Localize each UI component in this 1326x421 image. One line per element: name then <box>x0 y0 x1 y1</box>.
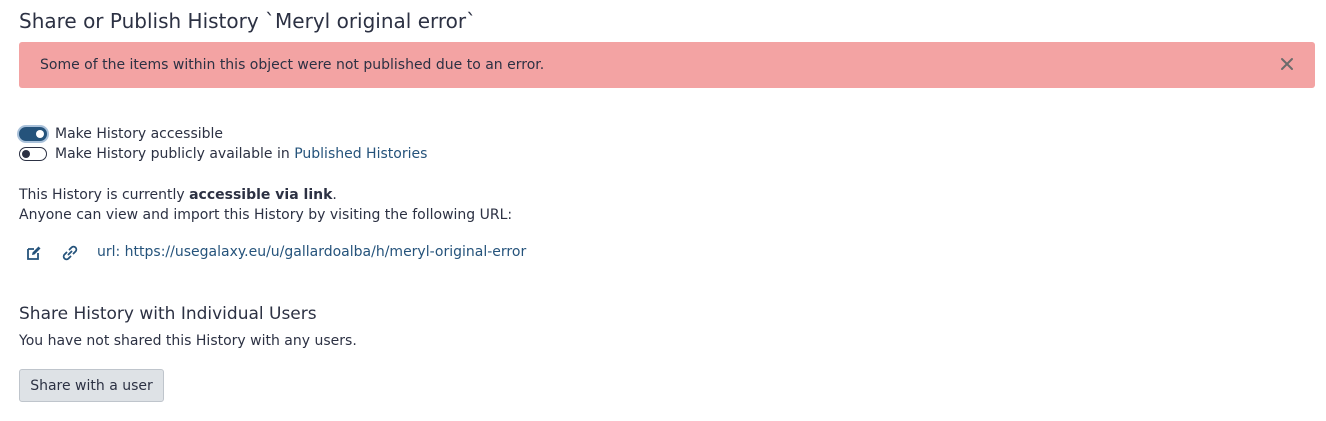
alert-message: Some of the items within this object wer… <box>40 57 545 73</box>
error-alert: Some of the items within this object wer… <box>19 42 1315 88</box>
make-public-toggle[interactable] <box>19 147 47 161</box>
published-histories-link[interactable]: Published Histories <box>294 146 427 162</box>
link-icon[interactable] <box>61 244 79 262</box>
page-title: Share or Publish History `Meryl original… <box>19 9 477 33</box>
access-status-text: This History is currently accessible via… <box>19 187 337 203</box>
make-public-row: Make History publicly available in Publi… <box>19 145 427 163</box>
share-users-heading: Share History with Individual Users <box>19 304 317 324</box>
access-status-emphasis: accessible via link <box>189 187 333 203</box>
share-history-page: Share or Publish History `Meryl original… <box>0 0 1326 421</box>
close-icon[interactable] <box>1277 54 1297 74</box>
make-accessible-toggle[interactable] <box>19 127 47 141</box>
make-accessible-label: Make History accessible <box>55 126 224 142</box>
edit-icon[interactable] <box>25 244 43 262</box>
url-instructions: Anyone can view and import this History … <box>19 207 513 223</box>
history-url-link[interactable]: url: https://usegalaxy.eu/u/gallardoalba… <box>97 244 526 260</box>
share-users-empty-note: You have not shared this History with an… <box>19 333 357 349</box>
make-public-label: Make History publicly available in <box>55 146 290 162</box>
make-accessible-row: Make History accessible <box>19 125 223 143</box>
share-with-user-button[interactable]: Share with a user <box>19 369 164 402</box>
